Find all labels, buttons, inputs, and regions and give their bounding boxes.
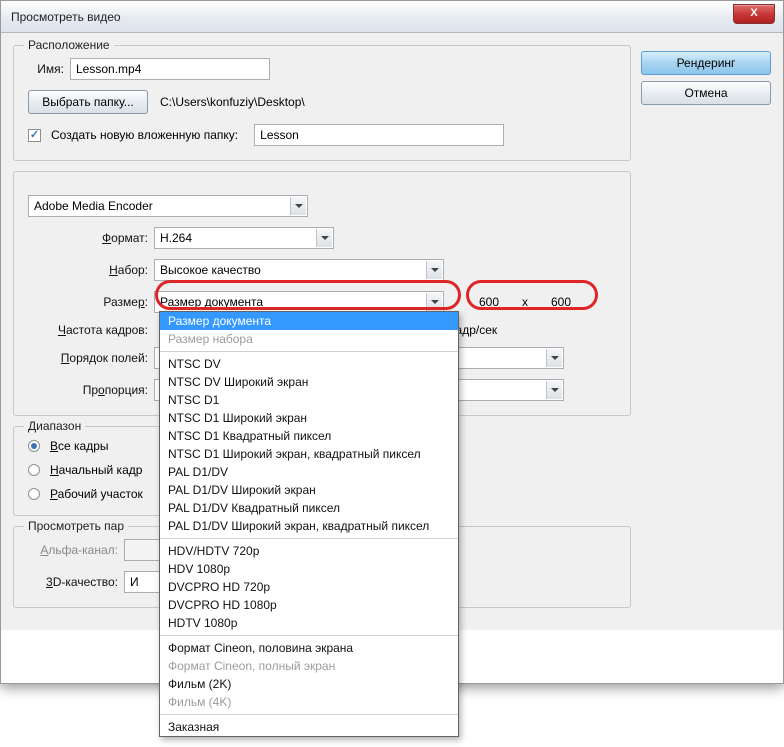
all-frames-radio[interactable] <box>28 440 40 452</box>
dropdown-item[interactable]: PAL D1/DV <box>160 463 458 481</box>
dropdown-item[interactable]: NTSC DV Широкий экран <box>160 373 458 391</box>
dropdown-item[interactable]: HDV 1080p <box>160 560 458 578</box>
quality-label: 3D-качество: <box>28 575 118 589</box>
field-label: Порядок полей: <box>28 351 148 365</box>
work-area-radio[interactable] <box>28 488 40 500</box>
encoder-combo[interactable]: Adobe Media Encoder <box>28 195 308 217</box>
format-label: Формат: <box>28 231 148 245</box>
chevron-down-icon <box>546 349 562 367</box>
dropdown-item[interactable]: Размер документа <box>160 312 458 330</box>
chevron-down-icon <box>290 197 306 215</box>
dropdown-item[interactable]: NTSC D1 <box>160 391 458 409</box>
close-button[interactable]: X <box>733 4 775 24</box>
alpha-combo <box>124 539 164 561</box>
dropdown-item[interactable]: PAL D1/DV Широкий экран, квадратный пикс… <box>160 517 458 535</box>
window-title: Просмотреть видео <box>11 10 121 24</box>
dropdown-item[interactable]: DVCPRO HD 720p <box>160 578 458 596</box>
name-label: Имя: <box>28 62 64 76</box>
titlebar: Просмотреть видео X <box>1 1 783 33</box>
dropdown-item: Формат Cineon, полный экран <box>160 657 458 675</box>
preset-label: Набор: <box>28 263 148 277</box>
chevron-down-icon <box>316 229 332 247</box>
chevron-down-icon <box>426 261 442 279</box>
alpha-label: Альфа-канал: <box>28 543 118 557</box>
size-label: Размер: <box>28 295 148 309</box>
path-text: C:\Users\konfuziy\Desktop\ <box>160 95 305 109</box>
chevron-down-icon <box>546 381 562 399</box>
dropdown-item[interactable]: NTSC D1 Широкий экран, квадратный пиксел <box>160 445 458 463</box>
location-group: Расположение Имя: Lesson.mp4 Выбрать пап… <box>13 45 631 161</box>
width-input[interactable]: 600 <box>468 292 510 312</box>
location-legend: Расположение <box>24 38 114 52</box>
dropdown-item[interactable]: NTSC D1 Квадратный пиксел <box>160 427 458 445</box>
aspect-label: Пропорция: <box>28 383 148 397</box>
dropdown-item[interactable]: NTSC DV <box>160 355 458 373</box>
format-combo[interactable]: H.264 <box>154 227 334 249</box>
dropdown-item: Размер набора <box>160 330 458 348</box>
cancel-button[interactable]: Отмена <box>641 81 771 105</box>
render-button[interactable]: Рендеринг <box>641 51 771 75</box>
size-dropdown[interactable]: Размер документаРазмер набораNTSC DVNTSC… <box>159 311 459 737</box>
dropdown-item[interactable]: Фильм (2K) <box>160 675 458 693</box>
subfolder-label: Создать новую вложенную папку: <box>51 128 238 142</box>
dropdown-item: Фильм (4K) <box>160 693 458 711</box>
render-opts-legend: Просмотреть пар <box>24 519 128 533</box>
dropdown-item[interactable]: DVCPRO HD 1080p <box>160 596 458 614</box>
dropdown-item[interactable]: Заказная <box>160 718 458 736</box>
quality-combo[interactable]: И <box>124 571 164 593</box>
dropdown-item[interactable]: PAL D1/DV Широкий экран <box>160 481 458 499</box>
fps-label: Частота кадров: <box>28 323 148 337</box>
dropdown-item[interactable]: Формат Cineon, половина экрана <box>160 639 458 657</box>
chevron-down-icon <box>426 293 442 311</box>
dropdown-item[interactable]: HDV/HDTV 720p <box>160 542 458 560</box>
browse-button[interactable]: Выбрать папку... <box>28 90 148 114</box>
height-input[interactable]: 600 <box>540 292 582 312</box>
preset-combo[interactable]: Высокое качество <box>154 259 444 281</box>
name-input[interactable]: Lesson.mp4 <box>70 58 270 80</box>
dropdown-item[interactable]: NTSC D1 Широкий экран <box>160 409 458 427</box>
subfolder-checkbox[interactable] <box>28 129 41 142</box>
x-label: x <box>522 295 528 309</box>
dropdown-item[interactable]: PAL D1/DV Квадратный пиксел <box>160 499 458 517</box>
range-legend: Диапазон <box>24 419 85 433</box>
subfolder-input[interactable]: Lesson <box>254 124 504 146</box>
start-frame-radio[interactable] <box>28 464 40 476</box>
dropdown-item[interactable]: HDTV 1080p <box>160 614 458 632</box>
size-combo[interactable]: Размер документа <box>154 291 444 313</box>
